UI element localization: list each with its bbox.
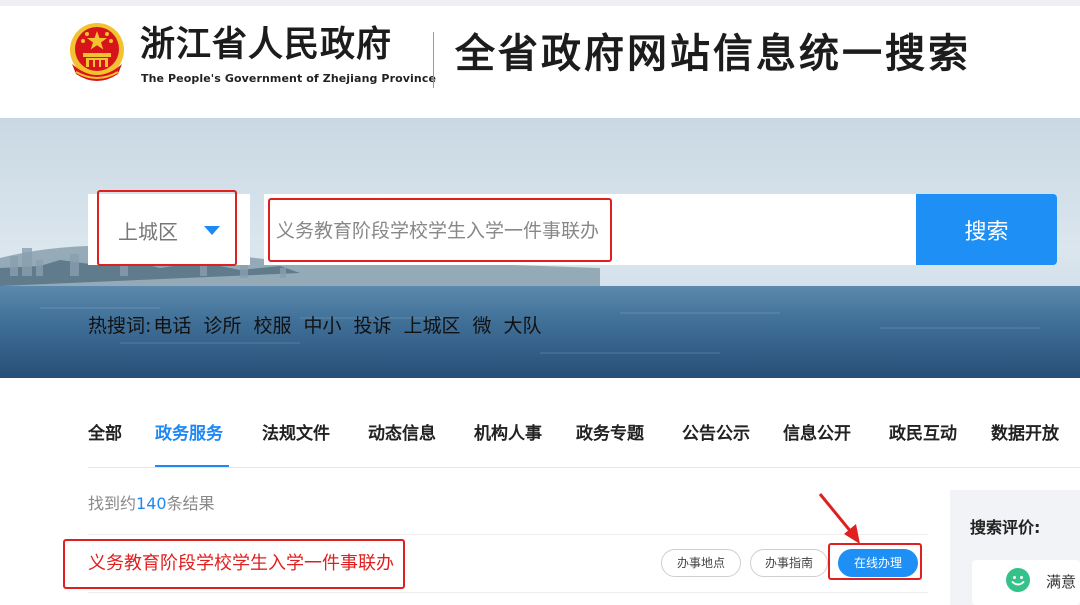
national-emblem-icon[interactable] [66,20,128,86]
hot-words-bar: 热搜词: 电话 诊所 校服 中小 投诉 上城区 微 大队 [88,309,554,339]
tab-all[interactable]: 全部 [88,414,122,468]
location-button[interactable]: 办事地点 [661,549,741,577]
header-divider [433,32,434,88]
tab-disclosure[interactable]: 信息公开 [783,414,851,468]
site-title: 全省政府网站信息统一搜索 [455,30,971,77]
tab-gov-services[interactable]: 政务服务 [155,414,223,468]
tab-topics[interactable]: 政务专题 [576,414,644,468]
search-button[interactable]: 搜索 [916,194,1057,265]
gov-name-en: The People's Government of Zhejiang Prov… [141,72,437,85]
tab-open-data[interactable]: 数据开放 [991,414,1059,468]
result-divider [88,592,928,593]
result-title-link[interactable]: 义务教育阶段学校学生入学一件事联办 [88,550,394,578]
count-divider [88,534,928,535]
satisfied-label[interactable]: 满意 [1046,571,1076,592]
region-label[interactable]: 上城区 [118,216,178,245]
caret-down-icon[interactable] [204,226,220,235]
red-arrow-icon [818,493,860,544]
evaluation-title: 搜索评价: [970,518,1041,537]
tab-news[interactable]: 动态信息 [368,414,436,468]
search-input[interactable] [264,194,916,265]
count-number: 140 [136,494,167,513]
hot-word[interactable]: 投诉 [353,311,391,338]
guide-button[interactable]: 办事指南 [750,549,828,577]
apply-online-button[interactable]: 在线办理 [838,549,918,577]
tab-interaction[interactable]: 政民互动 [889,414,957,468]
tab-announcements[interactable]: 公告公示 [682,414,750,468]
count-prefix: 找到约 [88,494,137,513]
tab-personnel[interactable]: 机构人事 [474,414,542,468]
gov-name-cn[interactable]: 浙江省人民政府 [140,24,392,66]
hot-word[interactable]: 微 [473,311,492,338]
hot-word[interactable]: 上城区 [403,311,460,338]
tabs-divider [88,467,1080,468]
result-count: 找到约140条结果 [88,490,215,514]
hot-words-label: 热搜词: [88,314,152,337]
hot-word[interactable]: 校服 [253,311,291,338]
hot-word[interactable]: 中小 [303,311,341,338]
hot-word[interactable]: 大队 [504,311,542,338]
count-suffix: 条结果 [166,494,215,513]
hot-word[interactable]: 电话 [153,311,191,338]
smile-icon[interactable] [1006,568,1030,592]
tab-regulations[interactable]: 法规文件 [262,414,330,468]
hot-word[interactable]: 诊所 [203,311,241,338]
